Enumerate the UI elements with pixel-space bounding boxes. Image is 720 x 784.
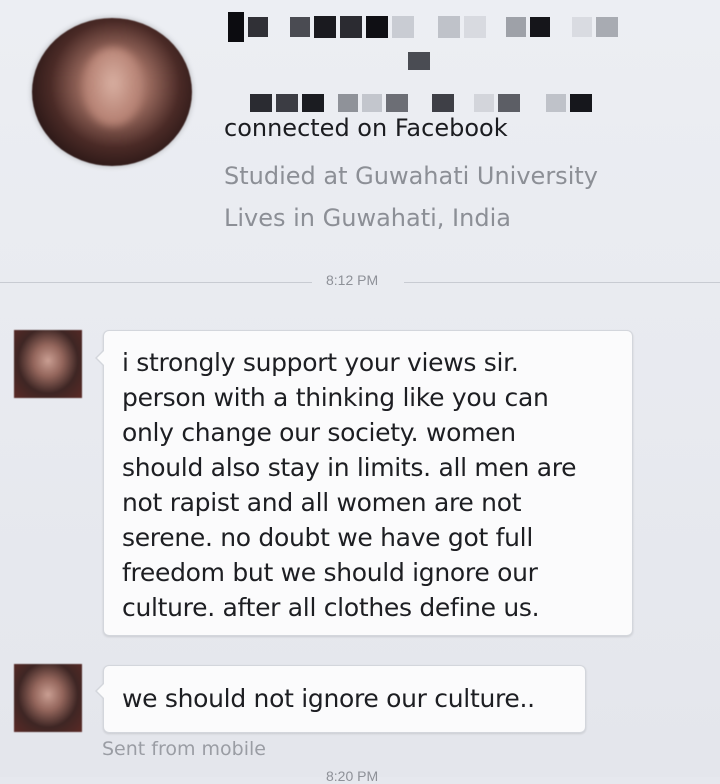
profile-avatar[interactable]: [32, 18, 192, 166]
message-line: i strongly support your views sir.: [122, 348, 519, 377]
next-timestamp-partial: 8:20 PM: [326, 768, 379, 784]
studied-at-text: Studied at Guwahati University: [224, 162, 598, 190]
message-text: we should not ignore our culture..: [122, 681, 535, 716]
message-line: we should not ignore our culture..: [122, 684, 535, 713]
connected-on-facebook-text: connected on Facebook: [224, 114, 508, 142]
sender-avatar[interactable]: [14, 330, 82, 398]
message-bubble[interactable]: we should not ignore our culture..: [95, 665, 586, 733]
message-line: serene. no doubt we have got full: [122, 523, 533, 552]
message-text: i strongly support your views sir. perso…: [122, 345, 577, 625]
message-line: person with a thinking like you can: [122, 383, 549, 412]
time-divider: 8:12 PM: [0, 270, 720, 298]
redacted-name-row-1: [228, 12, 622, 42]
divider-line-left: [0, 282, 312, 283]
avatar-face-blur: [84, 48, 142, 126]
message-line: culture. after all clothes define us.: [122, 593, 540, 622]
message-line: freedom but we should ignore our: [122, 558, 538, 587]
divider-line-right: [404, 282, 720, 283]
lives-in-text: Lives in Guwahati, India: [224, 204, 511, 232]
divider-timestamp: 8:12 PM: [326, 272, 379, 288]
sender-avatar[interactable]: [14, 664, 82, 732]
message-line: only change our society. women: [122, 418, 516, 447]
message-bubble[interactable]: i strongly support your views sir. perso…: [95, 330, 633, 636]
message-line: should also stay in limits. all men are: [122, 453, 577, 482]
message-line: not rapist and all women are not: [122, 488, 522, 517]
chat-screen: connected on Facebook Studied at Guwahat…: [0, 0, 720, 784]
sent-from-mobile-label: Sent from mobile: [102, 738, 266, 760]
redacted-name-row-2: [250, 94, 596, 112]
redacted-name-row-1b: [408, 52, 434, 70]
